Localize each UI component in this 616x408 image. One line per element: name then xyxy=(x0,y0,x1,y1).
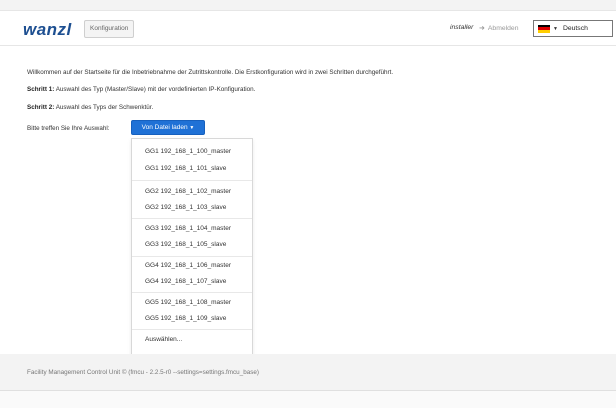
dropdown-item[interactable]: GG4 192_168_1_106_master xyxy=(145,262,231,269)
sign-out-icon: ➜ xyxy=(479,25,485,32)
dropdown-divider xyxy=(132,256,252,257)
top-navbar: wanzl Konfiguration installer ➜ Abmelden… xyxy=(0,10,616,46)
dropdown-item[interactable]: GG4 192_168_1_107_slave xyxy=(145,278,226,285)
step-2-label: Schritt 2: xyxy=(27,104,55,111)
dropdown-divider xyxy=(132,292,252,293)
caret-down-icon: ▼ xyxy=(553,25,558,32)
wanzl-logo[interactable]: wanzl xyxy=(23,21,72,38)
dropdown-item[interactable]: GG2 192_168_1_103_slave xyxy=(145,204,226,211)
username-label: installer xyxy=(450,24,474,31)
dropdown-item[interactable]: GG5 192_168_1_109_slave xyxy=(145,315,226,322)
dropdown-divider xyxy=(132,180,252,181)
logout-label: Abmelden xyxy=(487,24,519,32)
logout-link[interactable]: ➜ Abmelden xyxy=(479,24,519,33)
main-content: Willkommen auf der Startseite für die In… xyxy=(0,46,616,396)
dropdown-item[interactable]: GG3 192_168_1_104_master xyxy=(145,225,231,232)
dropdown-item[interactable]: GG1 192_168_1_101_slave xyxy=(145,165,226,172)
language-select[interactable]: ▼ Deutsch xyxy=(533,20,613,37)
load-from-file-dropdown-button[interactable]: Von Datei laden ▼ xyxy=(131,120,205,135)
dropdown-item[interactable]: GG2 192_168_1_102_master xyxy=(145,188,231,195)
choice-label: Bitte treffen Sie Ihre Auswahl: xyxy=(27,125,110,132)
german-flag-icon xyxy=(538,24,550,33)
step-1-text: Schritt 1: Auswahl des Typ (Master/Slave… xyxy=(27,86,256,93)
dropdown-item[interactable]: GG5 192_168_1_108_master xyxy=(145,299,231,306)
dropdown-item[interactable]: GG1 192_168_1_100_master xyxy=(145,148,231,155)
step-2-text: Schritt 2: Auswahl des Typs der Schwenkt… xyxy=(27,104,154,111)
footer-text: Facility Management Control Unit © (fmcu… xyxy=(27,369,259,376)
configuration-button[interactable]: Konfiguration xyxy=(84,20,135,38)
caret-down-icon: ▼ xyxy=(189,125,195,131)
dropdown-divider xyxy=(132,218,252,219)
step-1-label: Schritt 1: xyxy=(27,86,55,93)
language-label: Deutsch xyxy=(562,25,588,32)
footer: Facility Management Control Unit © (fmcu… xyxy=(0,354,616,390)
dropdown-item[interactable]: GG3 192_168_1_105_slave xyxy=(145,241,226,248)
welcome-text: Willkommen auf der Startseite für die In… xyxy=(27,69,394,76)
dropdown-divider xyxy=(132,329,252,330)
bottom-area xyxy=(0,391,616,408)
dropdown-item-select[interactable]: Auswählen... xyxy=(145,336,182,343)
